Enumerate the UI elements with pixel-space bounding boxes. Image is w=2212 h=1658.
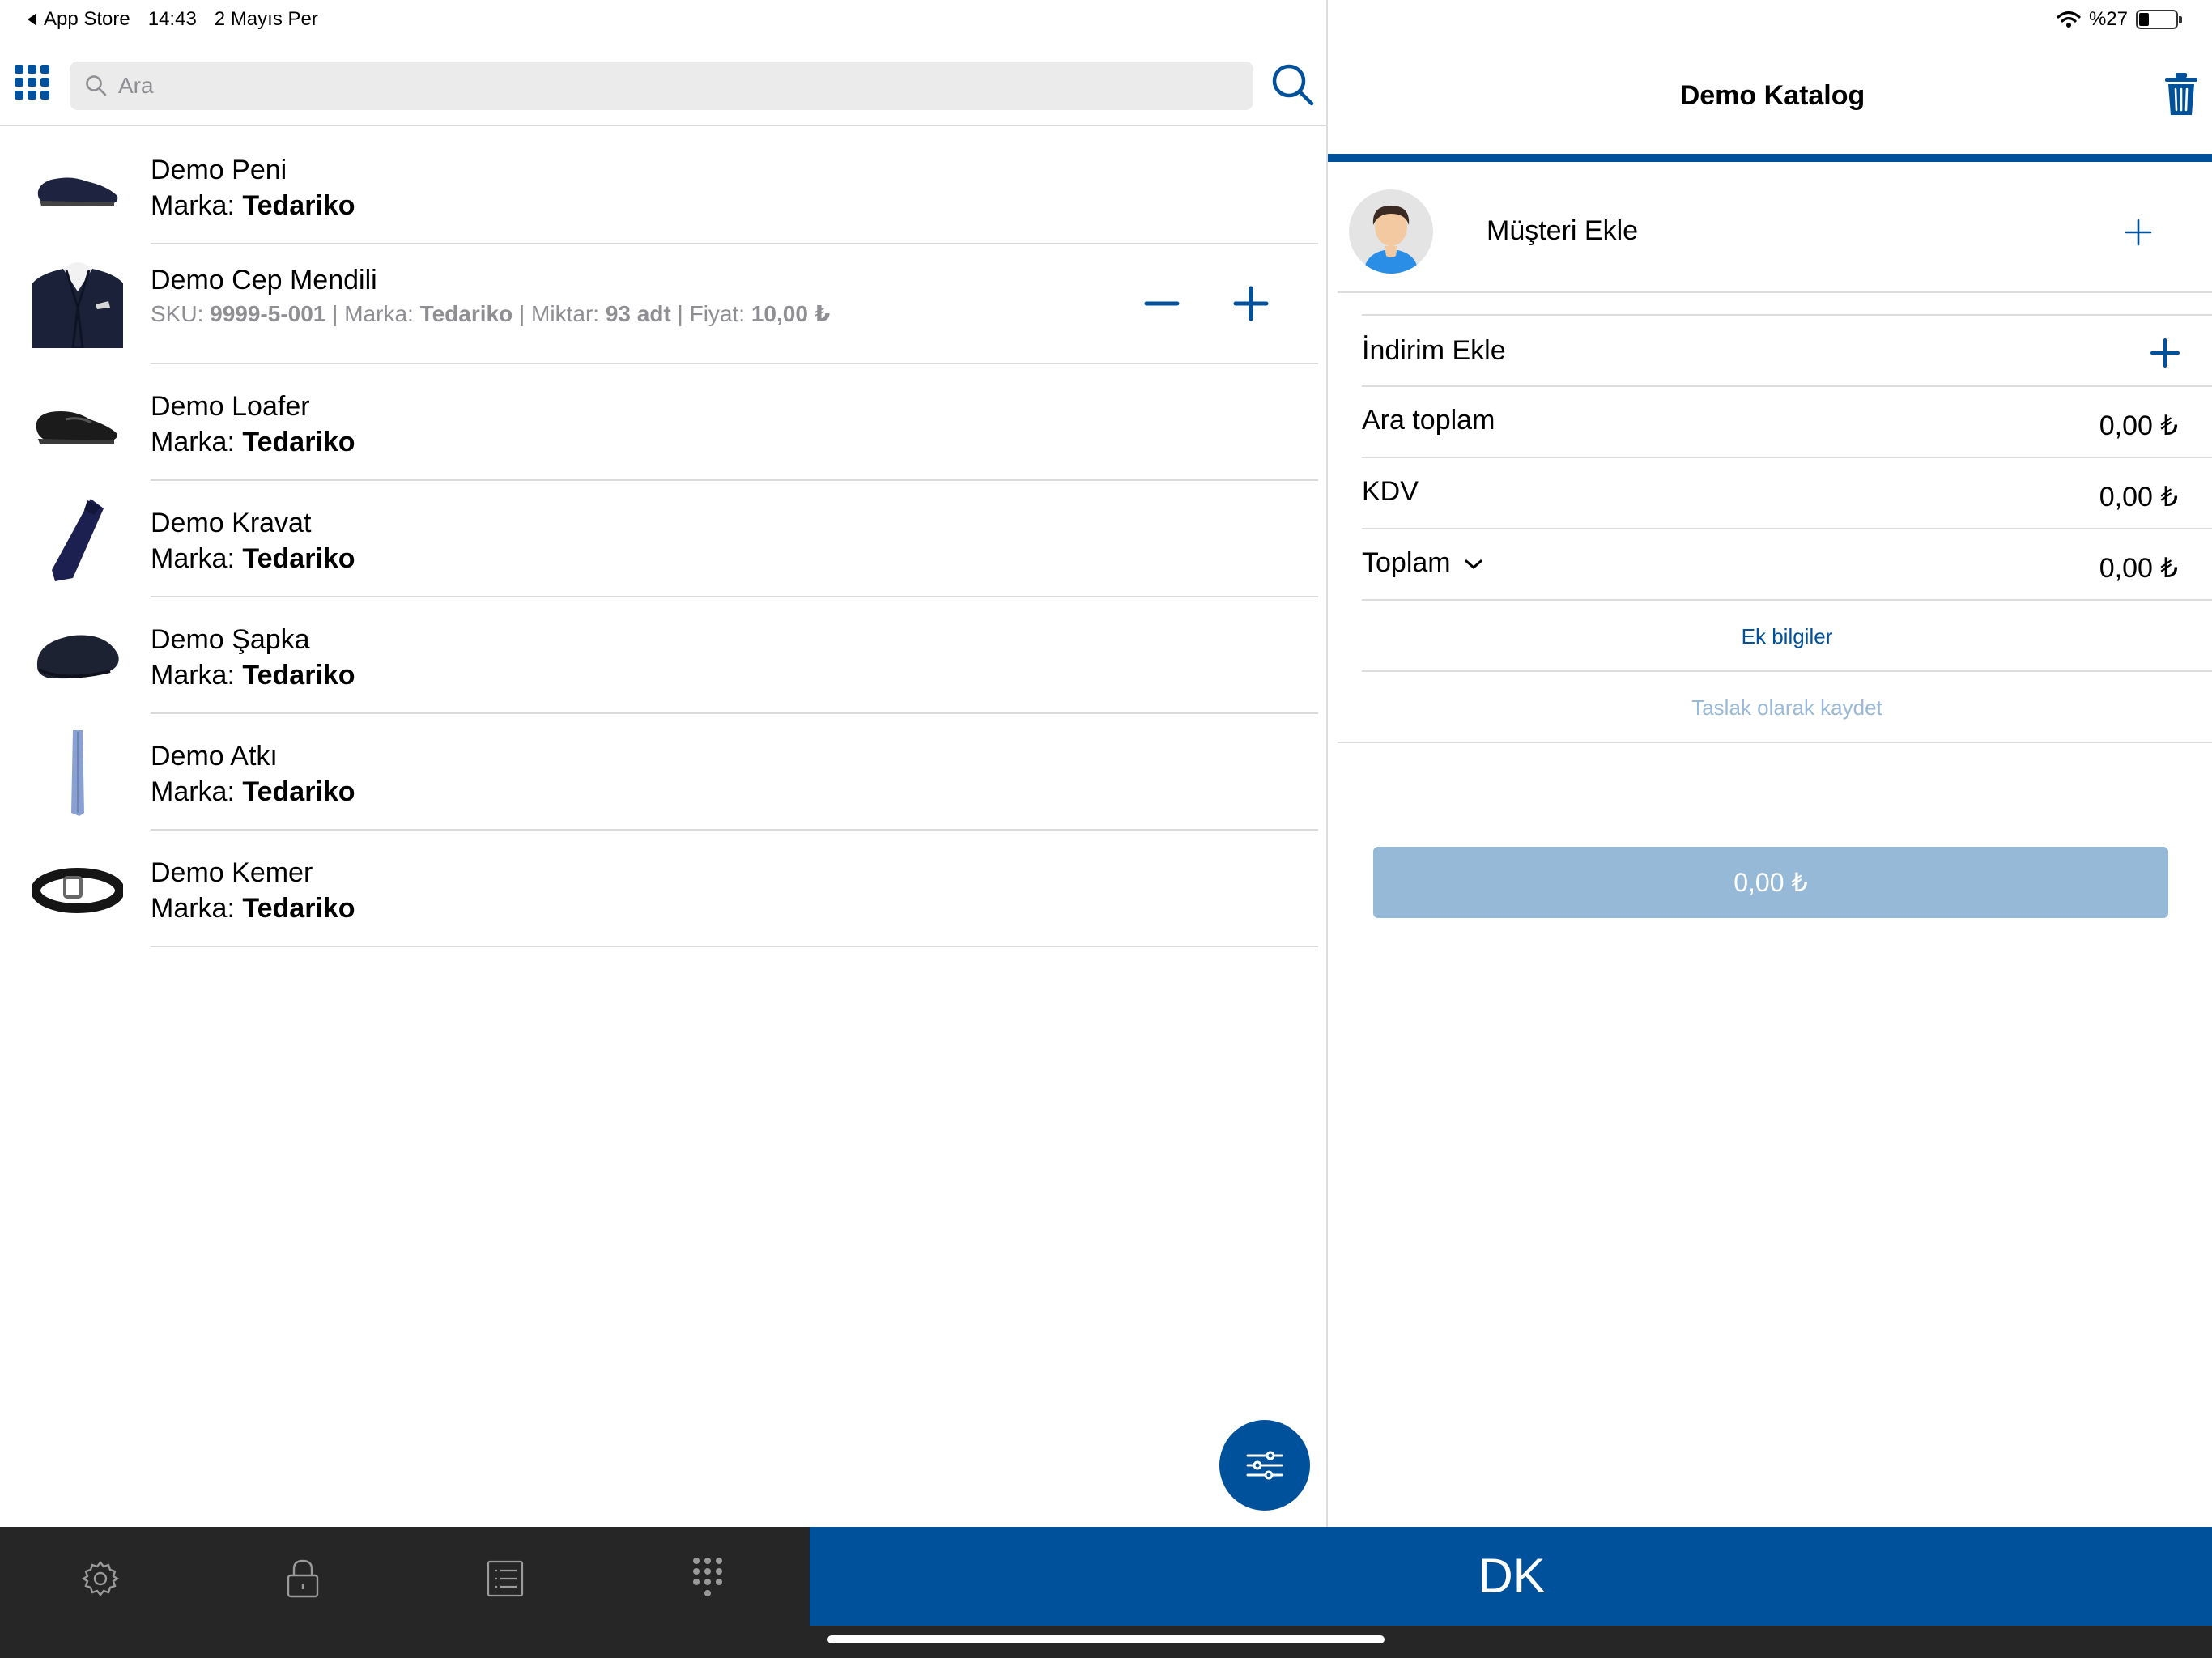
loafer-shoe-thumbnail	[31, 142, 125, 232]
subtotal-row: Ara toplam 0,00 ₺	[1362, 387, 2212, 458]
product-row[interactable]: Demo Kemer Marka: Tedariko	[0, 831, 1326, 947]
decrease-quantity-icon[interactable]	[1137, 278, 1187, 329]
product-row[interactable]: Demo Atkı Marka: Tedariko	[0, 714, 1326, 831]
dk-button[interactable]: DK	[810, 1527, 2212, 1626]
cart-pane: Demo Katalog Müşteri Ekle İndirim Ekle A…	[1328, 39, 2212, 1527]
back-app-label: App Store	[44, 8, 130, 30]
total-label: Toplam	[1362, 547, 1451, 578]
product-brand: Marka: Tedariko	[151, 660, 355, 691]
home-indicator[interactable]	[827, 1635, 1385, 1643]
add-discount-plus-icon[interactable]	[2146, 334, 2184, 372]
total-toggle[interactable]: Toplam	[1362, 547, 1484, 579]
product-row[interactable]: Demo Peni Marka: Tedariko	[0, 128, 1326, 244]
add-customer-plus-icon[interactable]	[2118, 212, 2159, 253]
product-row[interactable]: Demo Kravat Marka: Tedariko	[0, 481, 1326, 597]
product-brand: Marka: Tedariko	[151, 543, 355, 574]
keypad-tab[interactable]	[685, 1556, 730, 1601]
increase-quantity-icon[interactable]	[1226, 278, 1276, 329]
product-brand: Marka: Tedariko	[151, 190, 355, 221]
cart-header: Demo Katalog	[1328, 71, 2212, 120]
search-input[interactable]	[118, 73, 1171, 99]
bottom-tab-bar	[0, 1527, 810, 1658]
product-row[interactable]: Demo Şapka Marka: Tedariko	[0, 597, 1326, 714]
trash-icon[interactable]	[2162, 71, 2201, 117]
total-row[interactable]: Toplam 0,00 ₺	[1362, 529, 2212, 601]
flat-cap-thumbnail	[31, 612, 125, 701]
lock-tab[interactable]	[280, 1556, 325, 1601]
search-toolbar	[0, 39, 1326, 126]
product-name: Demo Peni	[151, 155, 287, 185]
product-name: Demo Şapka	[151, 624, 310, 655]
chevron-down-icon	[1465, 559, 1482, 570]
lock-icon	[287, 1559, 319, 1598]
product-name: Demo Cep Mendili	[151, 265, 377, 295]
save-draft-link[interactable]: Taslak olarak kaydet	[1338, 672, 2212, 743]
search-icon[interactable]	[1270, 62, 1317, 108]
subtotal-value: 0,00 ₺	[2099, 410, 2178, 441]
scarf-thumbnail	[31, 729, 125, 818]
settings-tab[interactable]	[78, 1556, 123, 1601]
product-list: Demo Peni Marka: Tedariko Demo Cep Mendi…	[0, 128, 1326, 947]
product-brand: Marka: Tedariko	[151, 776, 355, 807]
suit-pocket-square-thumbnail	[31, 259, 125, 348]
product-row[interactable]: Demo Loafer Marka: Tedariko	[0, 364, 1326, 481]
add-customer-row[interactable]: Müşteri Ekle	[1338, 176, 2212, 293]
search-field[interactable]	[70, 62, 1253, 110]
extra-info-link[interactable]: Ek bilgiler	[1362, 601, 2212, 672]
subtotal-label: Ara toplam	[1362, 405, 1495, 436]
cart-title: Demo Katalog	[1679, 80, 1865, 111]
add-customer-label: Müşteri Ekle	[1487, 215, 1639, 246]
product-name: Demo Atkı	[151, 741, 278, 772]
product-brand: Marka: Tedariko	[151, 427, 355, 457]
battery-percent: %27	[2088, 8, 2128, 30]
orders-tab[interactable]	[483, 1556, 528, 1601]
vat-label: KDV	[1362, 476, 1419, 507]
list-icon	[487, 1560, 524, 1597]
back-triangle-icon	[28, 14, 36, 25]
sliders-icon	[1246, 1451, 1283, 1480]
battery-icon	[2136, 10, 2182, 29]
tie-thumbnail	[31, 495, 125, 585]
vat-row: KDV 0,00 ₺	[1362, 458, 2212, 529]
filter-button[interactable]	[1219, 1420, 1310, 1511]
keypad-icon	[693, 1558, 722, 1596]
add-discount-label: İndirim Ekle	[1362, 335, 1506, 366]
grid-menu-icon[interactable]	[13, 63, 52, 102]
wifi-icon	[2057, 11, 2081, 28]
status-time: 14:43	[147, 8, 197, 30]
status-date: 2 Mayıs Per	[214, 8, 318, 30]
status-bar: App Store 14:43 2 Mayıs Per %27	[0, 0, 2212, 39]
avatar	[1349, 189, 1433, 274]
search-field-icon	[86, 75, 107, 96]
product-row[interactable]: Demo Cep Mendili SKU: 9999-5-001 | Marka…	[0, 244, 1326, 364]
product-brand: Marka: Tedariko	[151, 893, 355, 924]
add-discount-row[interactable]: İndirim Ekle	[1362, 314, 2212, 387]
product-details: SKU: 9999-5-001 | Marka: Tedariko | Mikt…	[151, 301, 831, 326]
product-name: Demo Kravat	[151, 508, 312, 538]
total-value: 0,00 ₺	[2099, 553, 2178, 584]
product-name: Demo Loafer	[151, 391, 310, 422]
product-name: Demo Kemer	[151, 857, 313, 888]
header-accent-bar	[1328, 154, 2212, 162]
dk-label: DK	[1478, 1549, 1546, 1603]
product-pane: Demo Peni Marka: Tedariko Demo Cep Mendi…	[0, 39, 1326, 1527]
pay-button[interactable]: 0,00 ₺	[1373, 847, 2168, 918]
loafer-thumbnail	[31, 379, 125, 468]
gear-icon	[81, 1561, 120, 1596]
back-to-app-link[interactable]: App Store	[26, 8, 130, 31]
vat-value: 0,00 ₺	[2099, 482, 2178, 512]
belt-thumbnail	[31, 845, 125, 934]
